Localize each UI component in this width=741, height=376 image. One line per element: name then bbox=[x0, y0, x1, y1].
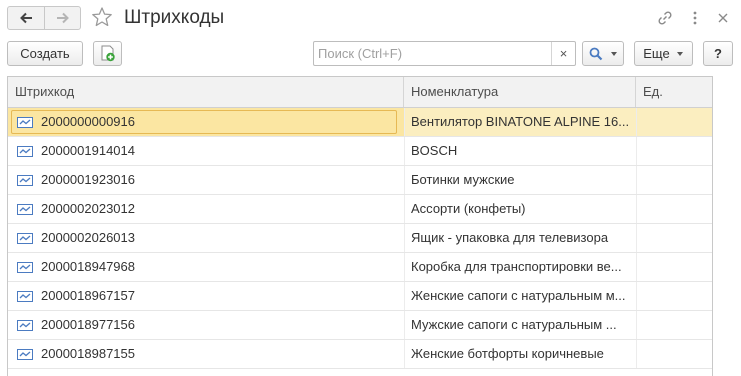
nomenclature-cell[interactable]: Ботинки мужские bbox=[404, 166, 636, 194]
search-clear-button[interactable]: × bbox=[551, 42, 575, 65]
more-button[interactable]: Еще bbox=[634, 41, 693, 66]
barcodes-table: Штрихкод Номенклатура Ед. 2000000000916 В… bbox=[7, 76, 713, 376]
table-row[interactable]: 2000018967157 Женские сапоги с натуральны… bbox=[8, 282, 712, 311]
table-row[interactable]: 2000001923016 Ботинки мужские bbox=[8, 166, 712, 195]
vertical-dots-icon bbox=[693, 11, 697, 25]
table-row[interactable]: 2000001914014 BOSCH bbox=[8, 137, 712, 166]
close-button[interactable] bbox=[713, 8, 733, 28]
barcode-cell[interactable]: 2000002026013 bbox=[8, 224, 404, 252]
add-document-icon bbox=[101, 45, 115, 62]
barcode-icon bbox=[17, 233, 33, 244]
unit-cell[interactable] bbox=[636, 282, 712, 310]
unit-cell[interactable] bbox=[636, 224, 712, 252]
barcode-icon bbox=[17, 146, 33, 157]
unit-cell[interactable] bbox=[636, 253, 712, 281]
title-bar: Штрихкоды bbox=[0, 0, 741, 36]
table-row[interactable]: 2000018947968 Коробка для транспортировки… bbox=[8, 253, 712, 282]
unit-cell[interactable] bbox=[636, 108, 712, 136]
add-copy-button[interactable] bbox=[93, 41, 122, 66]
magnifier-icon bbox=[589, 47, 602, 60]
search-input[interactable] bbox=[314, 42, 550, 65]
help-button[interactable]: ? bbox=[703, 41, 733, 66]
more-button-label: Еще bbox=[643, 46, 670, 61]
nomenclature-cell[interactable]: Коробка для транспортировки ве... bbox=[404, 253, 636, 281]
table-row[interactable]: 2000000000916 Вентилятор BINATONE ALPINE … bbox=[8, 108, 712, 137]
barcode-icon bbox=[17, 291, 33, 302]
table-header: Штрихкод Номенклатура Ед. bbox=[8, 77, 712, 108]
barcode-icon bbox=[17, 320, 33, 331]
nomenclature-cell[interactable]: Ассорти (конфеты) bbox=[404, 195, 636, 223]
barcode-icon bbox=[17, 175, 33, 186]
column-header-nomenclature[interactable]: Номенклатура bbox=[404, 77, 636, 107]
column-header-unit[interactable]: Ед. bbox=[636, 77, 712, 107]
forward-button[interactable] bbox=[44, 7, 80, 29]
link-button[interactable] bbox=[655, 8, 675, 28]
close-icon bbox=[718, 13, 728, 23]
star-icon[interactable] bbox=[91, 6, 113, 28]
barcode-icon bbox=[17, 204, 33, 215]
search-button[interactable] bbox=[582, 41, 624, 66]
nomenclature-cell[interactable]: Женские ботфорты коричневые bbox=[404, 340, 636, 368]
barcode-cell[interactable]: 2000018947968 bbox=[8, 253, 404, 281]
table-row[interactable]: 2000018977156 Мужские сапоги с натуральны… bbox=[8, 311, 712, 340]
chevron-down-icon bbox=[610, 51, 617, 56]
navigation-buttons bbox=[7, 6, 81, 30]
nomenclature-cell[interactable]: BOSCH bbox=[404, 137, 636, 165]
column-header-barcode[interactable]: Штрихкод bbox=[8, 77, 404, 107]
chevron-down-icon bbox=[676, 51, 683, 56]
unit-cell[interactable] bbox=[636, 311, 712, 339]
barcode-icon bbox=[17, 262, 33, 273]
barcode-icon bbox=[17, 117, 33, 128]
link-icon bbox=[658, 11, 672, 25]
barcode-cell[interactable]: 2000002023012 bbox=[8, 195, 404, 223]
barcode-cell[interactable]: 2000001923016 bbox=[8, 166, 404, 194]
nomenclature-cell[interactable]: Вентилятор BINATONE ALPINE 16... bbox=[404, 108, 636, 136]
table-row[interactable]: 2000002026013 Ящик - упаковка для телевиз… bbox=[8, 224, 712, 253]
unit-cell[interactable] bbox=[636, 166, 712, 194]
search-field: × bbox=[313, 41, 576, 66]
arrow-right-icon bbox=[56, 12, 69, 24]
nomenclature-cell[interactable]: Мужские сапоги с натуральным ... bbox=[404, 311, 636, 339]
barcode-icon bbox=[17, 349, 33, 360]
barcode-cell[interactable]: 2000018967157 bbox=[8, 282, 404, 310]
page-title: Штрихкоды bbox=[124, 7, 225, 28]
nomenclature-cell[interactable]: Женские сапоги с натуральным м... bbox=[404, 282, 636, 310]
unit-cell[interactable] bbox=[636, 137, 712, 165]
barcode-cell[interactable]: 2000018987155 bbox=[8, 340, 404, 368]
unit-cell[interactable] bbox=[636, 195, 712, 223]
table-row[interactable]: 2000018987155 Женские ботфорты коричневые bbox=[8, 340, 712, 369]
more-actions-button[interactable] bbox=[685, 8, 705, 28]
current-cell-frame bbox=[11, 110, 397, 134]
table-row[interactable]: 2000002023012 Ассорти (конфеты) bbox=[8, 195, 712, 224]
unit-cell[interactable] bbox=[636, 340, 712, 368]
nomenclature-cell[interactable]: Ящик - упаковка для телевизора bbox=[404, 224, 636, 252]
back-button[interactable] bbox=[8, 7, 44, 29]
create-button[interactable]: Создать bbox=[7, 41, 83, 66]
arrow-left-icon bbox=[20, 12, 32, 24]
barcode-cell[interactable]: 2000001914014 bbox=[8, 137, 404, 165]
barcode-cell[interactable]: 2000018977156 bbox=[8, 311, 404, 339]
